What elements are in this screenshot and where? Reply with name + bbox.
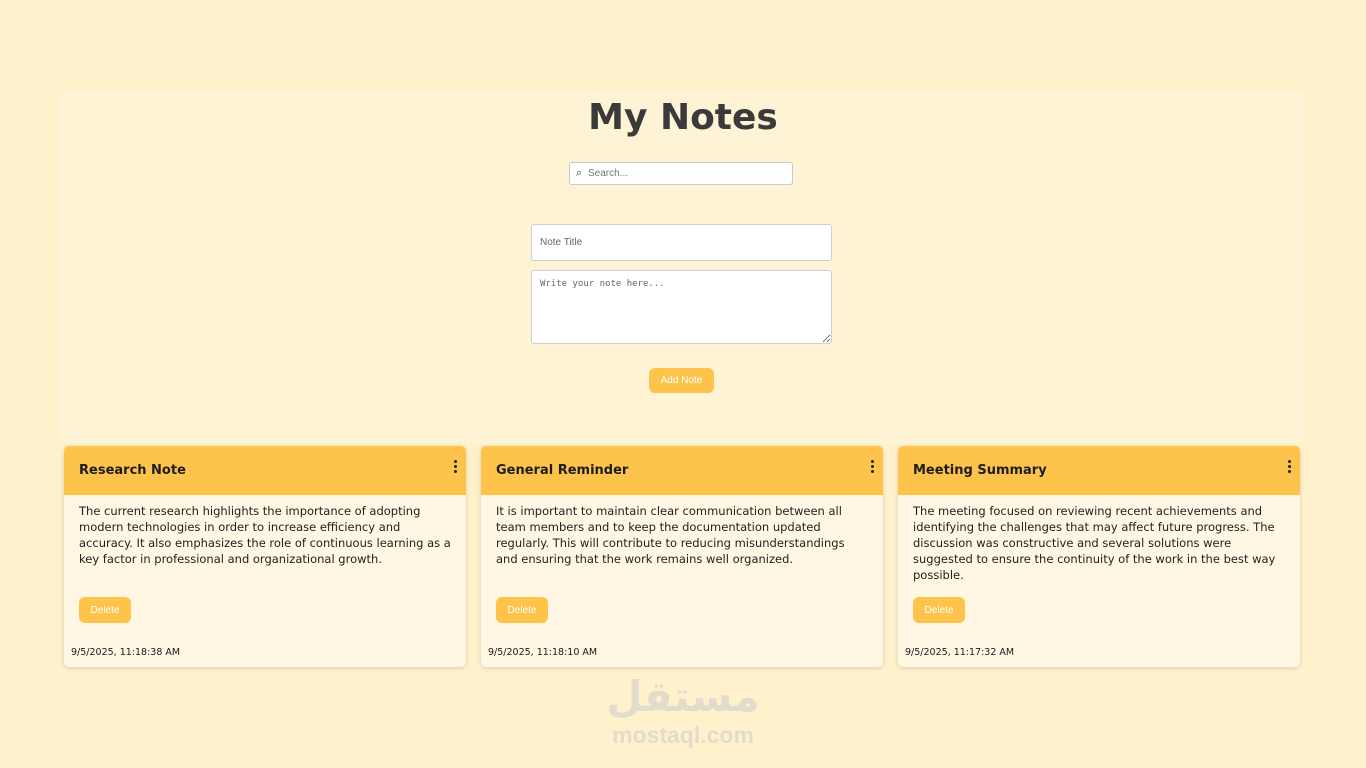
note-title: Research Note [79,463,186,478]
note-card: General Reminder It is important to main… [481,446,883,667]
note-body: It is important to maintain clear commun… [496,504,845,566]
note-title: General Reminder [496,463,629,478]
note-card-header: Meeting Summary [898,446,1300,495]
delete-note-button[interactable]: Delete [79,597,131,623]
page-title: My Notes [588,97,778,138]
watermark-latin: mostaql.com [612,722,754,748]
note-body: The meeting focused on reviewing recent … [913,504,1276,582]
more-options-icon[interactable] [867,460,877,478]
note-title: Meeting Summary [913,463,1047,478]
search-input[interactable] [588,163,788,184]
more-options-icon[interactable] [450,460,460,478]
watermark-arabic: مستقل [606,672,760,721]
more-options-icon[interactable] [1284,460,1294,478]
note-card-header: General Reminder [481,446,883,495]
note-timestamp: 9/5/2025, 11:18:10 AM [488,647,598,658]
delete-note-button[interactable]: Delete [913,597,965,623]
add-note-button[interactable]: Add Note [649,368,714,393]
note-body-textarea[interactable] [531,270,832,344]
note-card-header: Research Note [64,446,466,495]
note-card: Research Note The current research highl… [64,446,466,667]
notes-list: Research Note The current research highl… [64,446,1300,667]
search-box[interactable]: ⌕ [569,162,793,185]
note-body: The current research highlights the impo… [79,504,451,566]
note-timestamp: 9/5/2025, 11:18:38 AM [71,647,181,658]
delete-note-button[interactable]: Delete [496,597,548,623]
note-timestamp: 9/5/2025, 11:17:32 AM [905,647,1015,658]
watermark-logo: مستقل mostaql.com [560,672,806,748]
note-card: Meeting Summary The meeting focused on r… [898,446,1300,667]
search-icon: ⌕ [576,166,583,179]
note-title-input[interactable] [531,224,832,261]
